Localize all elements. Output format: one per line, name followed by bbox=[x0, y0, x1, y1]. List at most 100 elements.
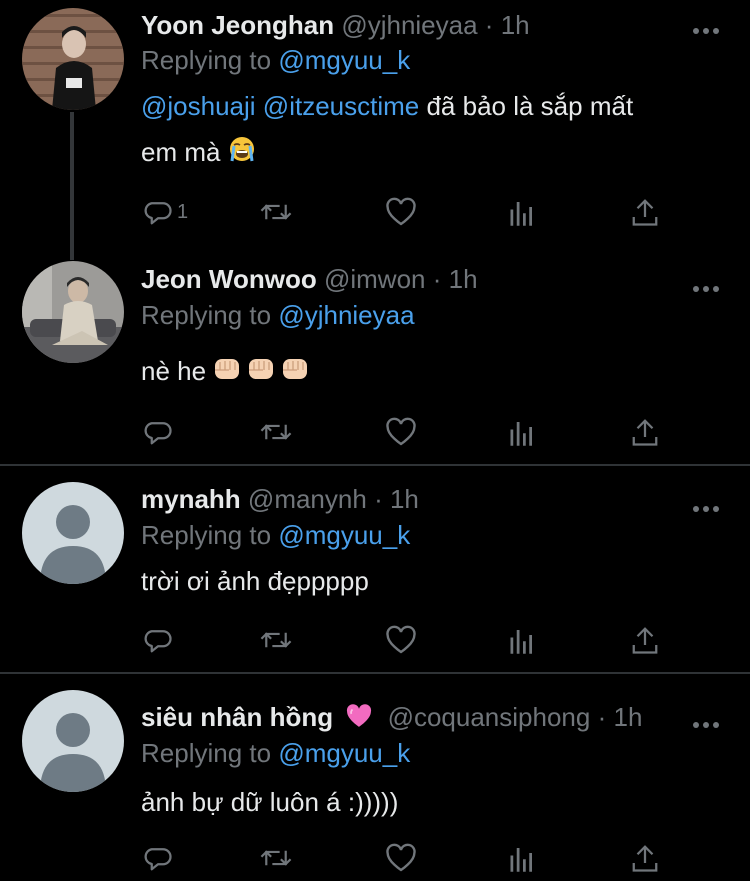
tweet[interactable]: siêu nhân hồng @coquansiphong · 1h Reply… bbox=[0, 674, 750, 881]
like-button[interactable] bbox=[385, 195, 417, 229]
more-options-icon[interactable] bbox=[692, 274, 720, 294]
reply-mention-link[interactable]: @yjhnieyaa bbox=[278, 300, 414, 330]
more-options-icon[interactable] bbox=[692, 494, 720, 514]
thread-line bbox=[70, 112, 74, 260]
tweet-actions bbox=[141, 623, 681, 657]
retweet-button[interactable] bbox=[259, 415, 293, 449]
replying-prefix: Replying to bbox=[141, 520, 272, 550]
heart-icon bbox=[386, 417, 416, 446]
tweet-text: nè he bbox=[141, 348, 721, 396]
separator: · bbox=[432, 264, 442, 294]
retweet-icon bbox=[260, 632, 292, 648]
tweet-header: Yoon Jeonghan @yjhnieyaa · 1h bbox=[141, 8, 530, 42]
display-name[interactable]: Yoon Jeonghan bbox=[141, 10, 334, 40]
like-button[interactable] bbox=[385, 623, 417, 657]
analytics-button[interactable] bbox=[509, 841, 537, 875]
tweet-header: siêu nhân hồng @coquansiphong · 1h bbox=[141, 700, 642, 734]
reply-count: 1 bbox=[177, 200, 189, 223]
display-name[interactable]: siêu nhân hồng bbox=[141, 702, 333, 732]
avatar[interactable] bbox=[22, 8, 124, 110]
retweet-icon bbox=[260, 204, 292, 220]
heart-icon bbox=[386, 843, 416, 872]
timestamp[interactable]: 1h bbox=[501, 10, 530, 40]
reply-mention-link[interactable]: @mgyuu_k bbox=[278, 45, 410, 75]
username[interactable]: @manynh bbox=[248, 484, 367, 514]
tweet-actions: 1 bbox=[141, 195, 681, 229]
share-icon bbox=[632, 199, 658, 226]
text-segment: nè he bbox=[141, 356, 207, 386]
timestamp[interactable]: 1h bbox=[449, 264, 478, 294]
replying-to: Replying to @mgyuu_k bbox=[141, 518, 410, 552]
separator: · bbox=[484, 10, 494, 40]
retweet-icon bbox=[260, 424, 292, 440]
tweet-actions bbox=[141, 841, 681, 875]
more-options-icon[interactable] bbox=[692, 16, 720, 36]
replying-to: Replying to @mgyuu_k bbox=[141, 43, 410, 77]
retweet-button[interactable] bbox=[259, 623, 293, 657]
reply-icon bbox=[144, 202, 172, 225]
tweet[interactable]: mynahh @manynh · 1h Replying to @mgyuu_k… bbox=[0, 466, 750, 672]
share-button[interactable] bbox=[631, 195, 659, 229]
reply-button[interactable] bbox=[143, 623, 173, 657]
analytics-icon bbox=[510, 422, 532, 446]
reply-icon bbox=[144, 422, 172, 445]
text-segment: đã bảo là sắp mất bbox=[426, 91, 634, 121]
username[interactable]: @yjhnieyaa bbox=[341, 10, 477, 40]
share-button[interactable] bbox=[631, 841, 659, 875]
pink-heart-icon bbox=[346, 702, 372, 736]
tweet-text: @joshuaji @itzeusctime đã bảo là sắp mất… bbox=[141, 83, 721, 177]
tweet-text: ảnh bự dữ luôn á :))))) bbox=[141, 779, 721, 825]
fist-emoji-icon bbox=[213, 350, 313, 396]
analytics-button[interactable] bbox=[509, 415, 537, 449]
analytics-button[interactable] bbox=[509, 195, 537, 229]
reply-icon bbox=[144, 848, 172, 871]
text-segment: ảnh bự dữ luôn á :))))) bbox=[141, 787, 399, 817]
text-segment: trời ơi ảnh đẹppppp bbox=[141, 566, 369, 596]
share-icon bbox=[632, 845, 658, 872]
retweet-button[interactable] bbox=[259, 195, 293, 229]
reply-button[interactable] bbox=[143, 841, 173, 875]
replying-prefix: Replying to bbox=[141, 300, 272, 330]
timestamp[interactable]: 1h bbox=[390, 484, 419, 514]
tweet-text: trời ơi ảnh đẹppppp bbox=[141, 558, 721, 604]
avatar[interactable] bbox=[22, 261, 124, 363]
reply-button[interactable]: 1 bbox=[143, 195, 188, 229]
avatar-default[interactable] bbox=[22, 690, 124, 792]
tweet-actions bbox=[141, 415, 681, 449]
replying-prefix: Replying to bbox=[141, 45, 272, 75]
more-options-icon[interactable] bbox=[692, 710, 720, 730]
heart-icon bbox=[386, 197, 416, 226]
avatar-default[interactable] bbox=[22, 482, 124, 584]
like-button[interactable] bbox=[385, 841, 417, 875]
retweet-icon bbox=[260, 850, 292, 866]
username[interactable]: @coquansiphong bbox=[388, 702, 591, 732]
analytics-icon bbox=[510, 848, 532, 872]
share-button[interactable] bbox=[631, 623, 659, 657]
crying-face-icon bbox=[228, 131, 256, 177]
share-button[interactable] bbox=[631, 415, 659, 449]
text-segment: em mà bbox=[141, 137, 221, 167]
tweet[interactable]: Jeon Wonwoo @imwon · 1h Replying to @yjh… bbox=[0, 258, 750, 464]
reply-mention-link[interactable]: @mgyuu_k bbox=[278, 738, 410, 768]
reply-button[interactable] bbox=[143, 415, 173, 449]
analytics-icon bbox=[510, 630, 532, 654]
like-button[interactable] bbox=[385, 415, 417, 449]
reply-mention-link[interactable]: @mgyuu_k bbox=[278, 520, 410, 550]
display-name[interactable]: Jeon Wonwoo bbox=[141, 264, 317, 294]
analytics-icon bbox=[510, 202, 532, 226]
mention-link[interactable]: @joshuaji bbox=[141, 91, 256, 121]
separator: · bbox=[374, 484, 383, 514]
analytics-button[interactable] bbox=[509, 623, 537, 657]
retweet-button[interactable] bbox=[259, 841, 293, 875]
heart-icon bbox=[386, 625, 416, 654]
mention-link[interactable]: @itzeusctime bbox=[263, 91, 419, 121]
tweet-header: Jeon Wonwoo @imwon · 1h bbox=[141, 262, 478, 296]
username[interactable]: @imwon bbox=[324, 264, 426, 294]
timestamp[interactable]: 1h bbox=[614, 702, 643, 732]
tweet[interactable]: Yoon Jeonghan @yjhnieyaa · 1h Replying t… bbox=[0, 0, 750, 260]
separator: · bbox=[597, 702, 607, 732]
share-icon bbox=[632, 419, 658, 446]
display-name[interactable]: mynahh bbox=[141, 484, 241, 514]
reply-icon bbox=[144, 630, 172, 653]
replying-to: Replying to @yjhnieyaa bbox=[141, 298, 415, 332]
